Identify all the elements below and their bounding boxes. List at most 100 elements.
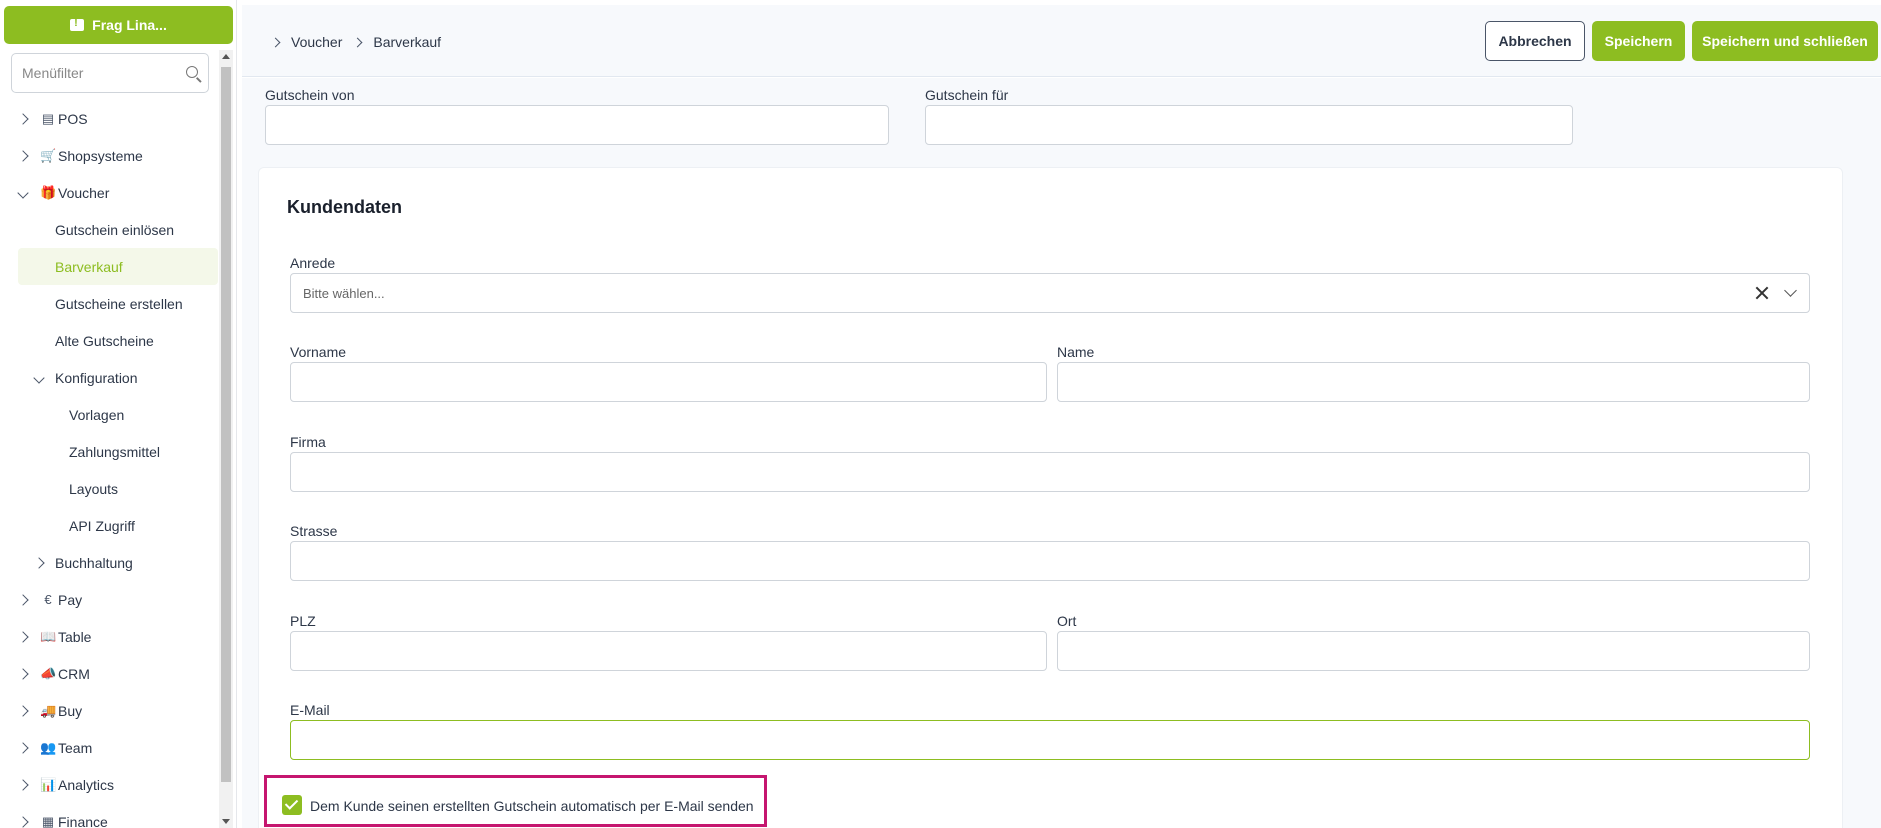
sidebar-item-shopsysteme[interactable]: 🛒 Shopsysteme [0, 137, 218, 174]
sidebar-item-buy[interactable]: 🚚 Buy [0, 692, 218, 729]
chevron-right-icon [352, 37, 363, 47]
zip-label: PLZ [290, 613, 316, 629]
users-icon: 👥 [40, 739, 57, 755]
sidebar-item-label: Pay [58, 591, 83, 608]
firstname-input[interactable] [290, 362, 1047, 402]
breadcrumb-item-voucher[interactable]: Voucher [291, 34, 342, 50]
sidebar-item-layouts[interactable]: Layouts [0, 470, 218, 507]
chevron-right-icon [17, 741, 29, 754]
sidebar-item-vorlagen[interactable]: Vorlagen [0, 396, 218, 433]
chevron-right-icon [17, 778, 29, 791]
chevron-down-icon [33, 371, 45, 384]
ask-lina-label: Frag Lina... [92, 17, 167, 33]
sidebar-item-label: Buy [58, 702, 83, 719]
page-header: Voucher Barverkauf Abbrechen Speichern S… [242, 5, 1881, 77]
section-title: Kundendaten [287, 197, 402, 217]
sidebar-item-label: Gutscheine erstellen [55, 295, 183, 312]
cart-icon: 🛒 [40, 147, 57, 163]
gift-icon: 🎁 [40, 184, 57, 200]
chart-icon: 📊 [40, 776, 57, 792]
auto-send-checkbox[interactable] [282, 795, 302, 815]
menu-filter-input[interactable] [22, 65, 172, 81]
voucher-for-input[interactable] [925, 105, 1573, 145]
salutation-placeholder: Bitte wählen... [303, 286, 385, 301]
city-input[interactable] [1057, 631, 1810, 671]
chevron-right-icon [17, 149, 29, 162]
sidebar-item-analytics[interactable]: 📊 Analytics [0, 766, 218, 803]
breadcrumb-item-barverkauf: Barverkauf [373, 34, 442, 50]
cancel-button[interactable]: Abbrechen [1485, 21, 1585, 61]
sidebar-item-label: Voucher [58, 184, 110, 201]
sidebar-item-label: Alte Gutscheine [55, 332, 154, 349]
sidebar-item-konfiguration[interactable]: Konfiguration [0, 359, 218, 396]
sidebar-item-pay[interactable]: € Pay [0, 581, 218, 618]
save-button[interactable]: Speichern [1592, 21, 1685, 61]
sidebar-item-buchhaltung[interactable]: Buchhaltung [0, 544, 218, 581]
register-icon: ▤ [41, 110, 55, 126]
salutation-label: Anrede [290, 255, 336, 271]
search-icon[interactable] [186, 66, 198, 78]
sidebar-item-api-zugriff[interactable]: API Zugriff [0, 507, 218, 544]
chevron-right-icon [17, 667, 29, 680]
scrollbar-thumb[interactable] [221, 67, 231, 782]
sidebar-item-label: Shopsysteme [58, 147, 143, 164]
sidebar-item-label: Layouts [69, 480, 119, 497]
chevron-right-icon [17, 815, 29, 828]
chat-icon [70, 17, 85, 31]
street-input[interactable] [290, 541, 1810, 581]
chevron-down-icon[interactable] [1784, 284, 1797, 297]
name-label: Name [1057, 344, 1095, 360]
sidebar-item-barverkauf[interactable]: Barverkauf [18, 248, 218, 285]
sidebar-item-pos[interactable]: ▤ POS [0, 100, 218, 137]
sidebar-item-label: Analytics [58, 776, 115, 793]
sidebar-item-label: Zahlungsmittel [69, 443, 161, 460]
sidebar-item-label: Konfiguration [55, 369, 138, 386]
chevron-right-icon [17, 112, 29, 125]
salutation-select[interactable]: Bitte wählen... [290, 273, 1810, 313]
save-and-close-button[interactable]: Speichern und schließen [1692, 21, 1878, 61]
chevron-right-icon [33, 556, 45, 569]
sidebar-item-alte-gutscheine[interactable]: Alte Gutscheine [0, 322, 218, 359]
sidebar-item-gutschein-einloesen[interactable]: Gutschein einlösen [0, 211, 218, 248]
sidebar-item-label: Barverkauf [55, 258, 123, 275]
sidebar-item-table[interactable]: 📖 Table [0, 618, 218, 655]
name-input[interactable] [1057, 362, 1810, 402]
email-input[interactable] [290, 720, 1810, 760]
voucher-from-label: Gutschein von [265, 87, 355, 103]
sidebar-item-team[interactable]: 👥 Team [0, 729, 218, 766]
voucher-for-label: Gutschein für [925, 87, 1009, 103]
sidebar-item-gutscheine-erstellen[interactable]: Gutscheine erstellen [0, 285, 218, 322]
chevron-right-icon [17, 593, 29, 606]
sidebar-nav: ▤ POS 🛒 Shopsysteme 🎁 Voucher Gutschein … [0, 100, 218, 828]
sidebar-item-label: Buchhaltung [55, 554, 133, 571]
sidebar-item-voucher[interactable]: 🎁 Voucher [0, 174, 218, 211]
city-label: Ort [1057, 613, 1077, 629]
calculator-icon: ▦ [41, 813, 55, 828]
chevron-down-icon [17, 186, 29, 199]
company-input[interactable] [290, 452, 1810, 492]
firstname-label: Vorname [290, 344, 347, 360]
zip-input[interactable] [290, 631, 1047, 671]
sidebar-item-label: Vorlagen [69, 406, 125, 423]
scroll-up-icon[interactable] [222, 54, 230, 59]
sidebar-item-finance[interactable]: ▦ Finance [0, 803, 218, 828]
breadcrumb: Voucher Barverkauf [270, 34, 453, 50]
book-icon: 📖 [40, 628, 57, 644]
scroll-down-icon[interactable] [222, 819, 230, 824]
menu-filter[interactable] [11, 53, 209, 93]
chevron-right-icon [17, 704, 29, 717]
clear-icon[interactable] [1755, 286, 1769, 300]
sidebar-item-label: Finance [58, 813, 108, 828]
sidebar-item-crm[interactable]: 📣 CRM [0, 655, 218, 692]
email-label: E-Mail [290, 702, 330, 718]
sidebar-item-label: POS [58, 110, 88, 127]
truck-icon: 🚚 [40, 702, 57, 718]
ask-lina-button[interactable]: Frag Lina... [4, 6, 233, 44]
sidebar-scrollbar[interactable] [219, 50, 233, 828]
voucher-from-input[interactable] [265, 105, 889, 145]
chevron-right-icon [17, 630, 29, 643]
sidebar-item-label: API Zugriff [69, 517, 135, 534]
sidebar-item-zahlungsmittel[interactable]: Zahlungsmittel [0, 433, 218, 470]
auto-send-label[interactable]: Dem Kunde seinen erstellten Gutschein au… [310, 798, 754, 814]
sidebar-item-label: Team [58, 739, 93, 756]
